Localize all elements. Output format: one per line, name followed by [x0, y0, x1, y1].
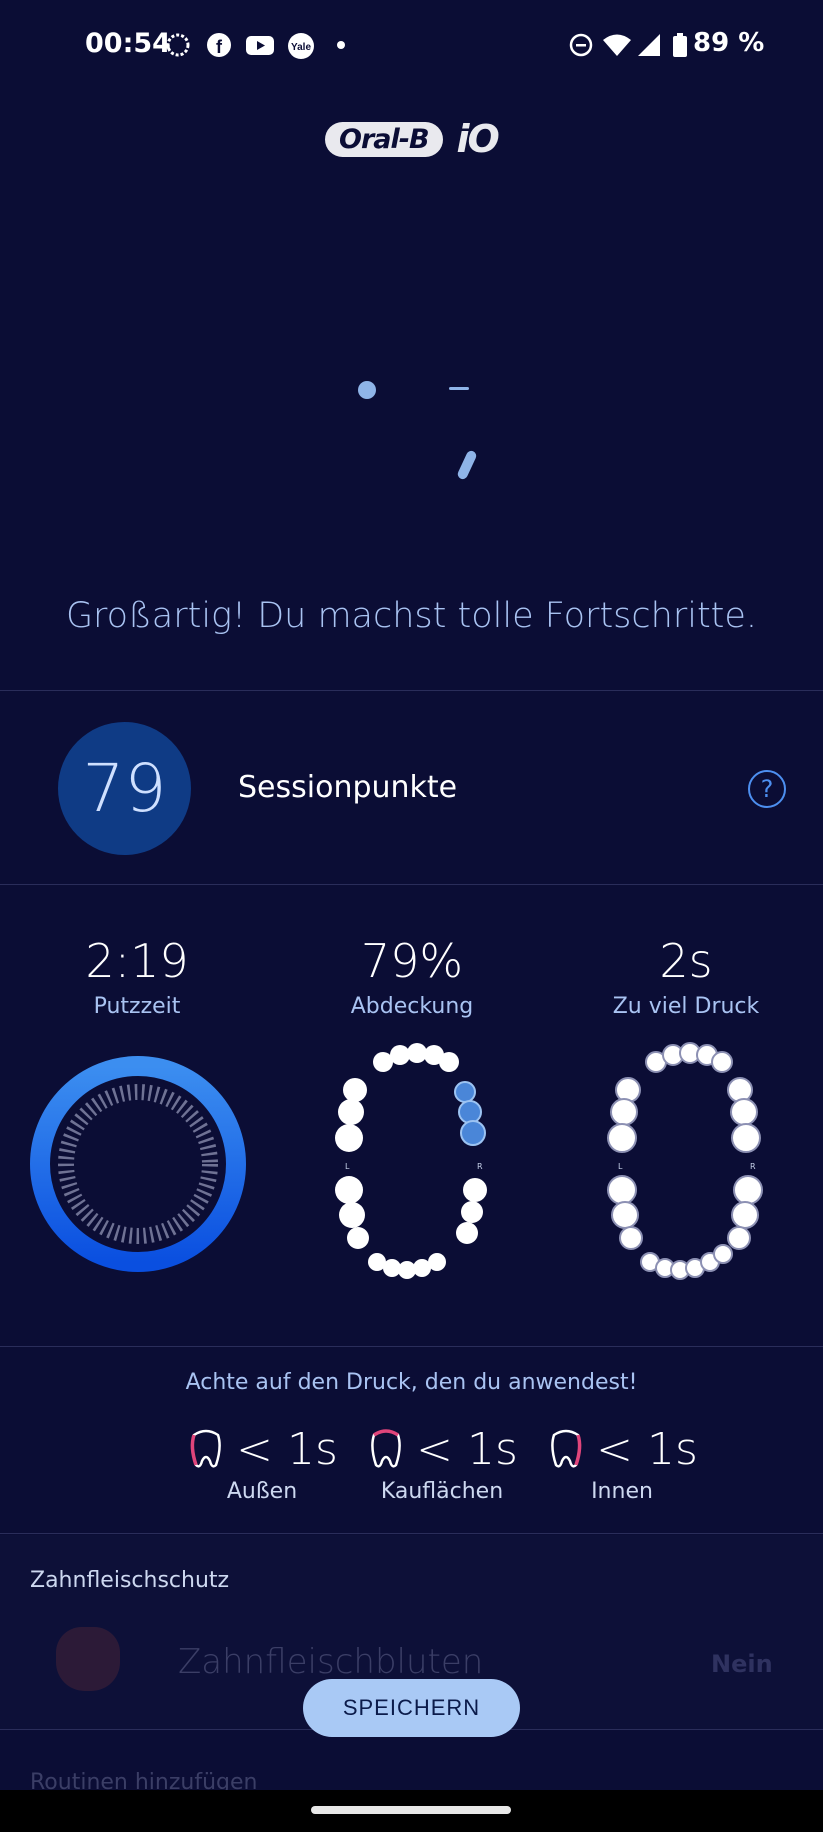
wifi-icon — [603, 34, 631, 56]
save-button[interactable]: SPEICHERN — [303, 1679, 520, 1737]
home-indicator[interactable] — [311, 1806, 511, 1814]
dnd-icon — [569, 33, 593, 57]
divider — [0, 1346, 823, 1347]
svg-text:f: f — [216, 37, 223, 57]
brand-logo: Oral-B iO — [325, 117, 500, 161]
pressure-zone-label: Außen — [226, 1479, 298, 1504]
pressure-zone-value: < 1s — [416, 1424, 518, 1475]
metric-label: Zu viel Druck — [612, 994, 760, 1019]
status-bar: 00:54 f Yale 89 % — [0, 0, 823, 94]
score-value: 79 — [82, 750, 167, 827]
gum-bleeding-label[interactable]: Zahnfleischbluten — [178, 1642, 483, 1682]
pressure-zone-outer: < 1s Außen — [172, 1424, 352, 1504]
pressure-zone-label: Innen — [591, 1479, 653, 1504]
tooth-inner-icon — [551, 1429, 582, 1468]
help-icon[interactable]: ? — [748, 770, 786, 808]
metric-label: Abdeckung — [350, 994, 474, 1019]
gum-tooth-icon — [56, 1627, 120, 1691]
cell-signal-icon — [638, 34, 660, 56]
youtube-icon — [246, 36, 274, 55]
metric-value: 2s — [659, 934, 713, 988]
animation-dot — [358, 381, 376, 399]
jaw-label-right: R — [477, 1162, 483, 1171]
pressure-zone-label: Kauflächen — [380, 1479, 504, 1504]
help-glyph: ? — [760, 775, 774, 803]
battery-icon — [673, 33, 687, 57]
jaw-label-right: R — [750, 1162, 756, 1171]
svg-text:Yale: Yale — [291, 42, 311, 53]
metric-coverage: 79% Abdeckung — [292, 934, 532, 1019]
score-circle: 79 — [58, 722, 191, 855]
animation-dash — [449, 387, 469, 390]
headline: Großartig! Du machst tolle Fortschritte. — [65, 596, 758, 636]
jaw-label-left: L — [618, 1162, 623, 1171]
metric-brush-time: 2:19 Putzzeit — [17, 934, 257, 1019]
metric-value: 2:19 — [85, 934, 189, 988]
divider — [0, 884, 823, 885]
tooth-outer-icon — [190, 1429, 221, 1468]
divider — [0, 1533, 823, 1534]
coverage-jaw-diagram: L R — [335, 1043, 487, 1279]
brush-time-ring — [30, 1056, 246, 1272]
pressure-zone-value: < 1s — [596, 1424, 698, 1475]
animation-stroke — [456, 449, 478, 481]
product-name: iO — [456, 117, 500, 161]
divider — [0, 690, 823, 691]
pressure-jaw-diagram: L R — [607, 1042, 763, 1280]
gum-protection-title: Zahnfleischschutz — [30, 1568, 230, 1593]
pressure-zone-value: < 1s — [236, 1424, 338, 1475]
brand-name: Oral-B — [325, 121, 443, 157]
facebook-icon: f — [207, 33, 231, 57]
pressure-zone-inner: < 1s Innen — [532, 1424, 712, 1504]
battery-level: 89 % — [693, 28, 765, 58]
signal-app-icon — [166, 33, 190, 57]
yale-icon: Yale — [288, 33, 314, 59]
tooth-chewing-icon — [371, 1428, 401, 1468]
jaw-label-left: L — [345, 1162, 350, 1171]
metric-pressure: 2s Zu viel Druck — [566, 934, 806, 1019]
dot-icon — [337, 41, 345, 49]
pressure-hint: Achte auf den Druck, den du anwendest! — [185, 1370, 638, 1395]
metric-label: Putzzeit — [93, 994, 181, 1019]
score-label: Sessionpunkte — [238, 770, 458, 805]
status-time: 00:54 — [85, 28, 171, 59]
pressure-zone-chewing: < 1s Kauflächen — [352, 1424, 532, 1504]
gum-bleeding-value[interactable]: Nein — [711, 1650, 773, 1678]
metric-value: 79% — [360, 934, 464, 988]
